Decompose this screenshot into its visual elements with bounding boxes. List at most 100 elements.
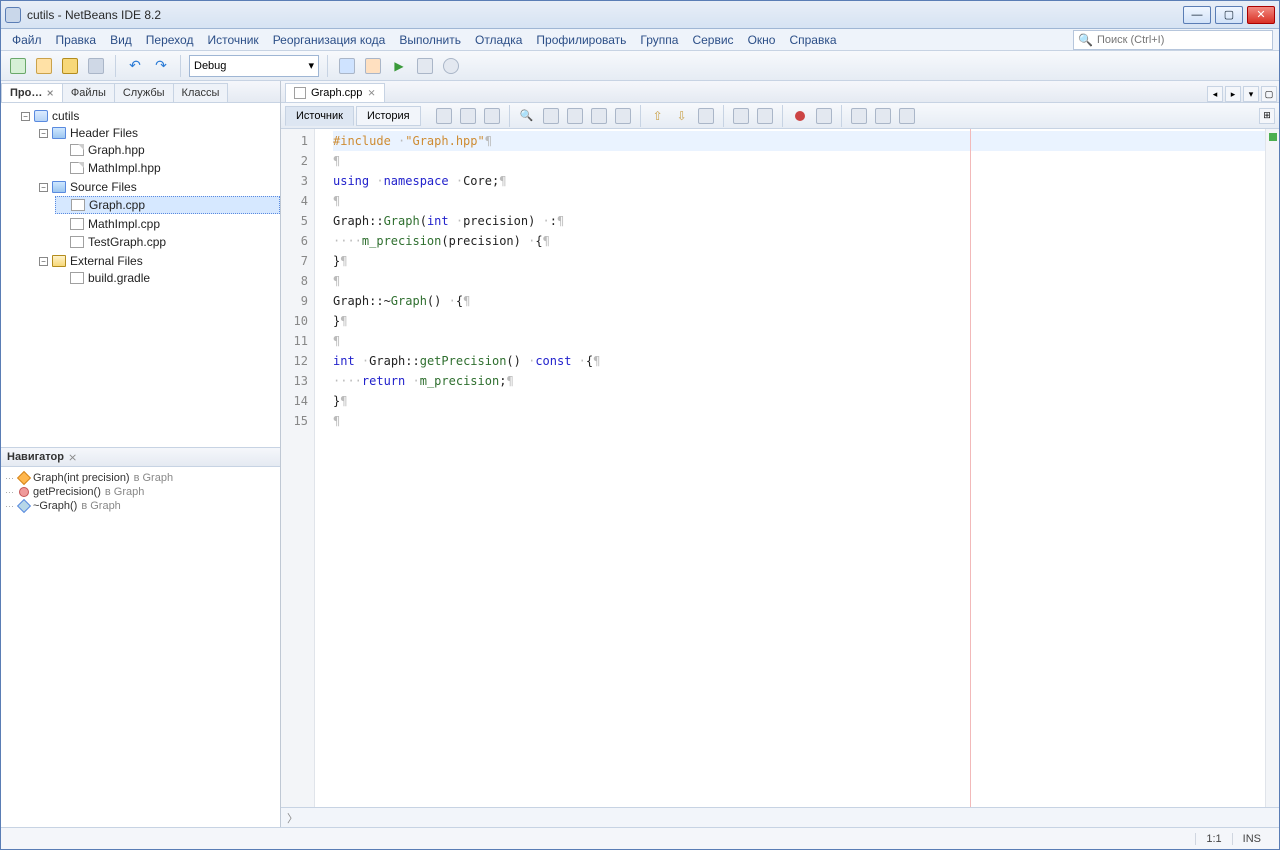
code-line[interactable]: ¶: [333, 411, 1265, 431]
minimize-button[interactable]: —: [1183, 6, 1211, 24]
menu-item[interactable]: Справка: [782, 31, 843, 49]
tree-folder-sources[interactable]: − Source Files: [37, 179, 280, 195]
new-file-button[interactable]: [7, 55, 29, 77]
editor-tool-button[interactable]: [872, 105, 894, 127]
projects-tab[interactable]: Файлы: [62, 83, 115, 102]
toggle-bookmark-button[interactable]: [588, 105, 610, 127]
code-line[interactable]: }¶: [333, 251, 1265, 271]
code-line[interactable]: Graph::~Graph() ·{¶: [333, 291, 1265, 311]
maximize-button[interactable]: ▢: [1215, 6, 1243, 24]
navigator-item[interactable]: ⋯getPrecision() в Graph: [3, 485, 278, 499]
code-area[interactable]: #include ·"Graph.hpp"¶¶using ·namespace …: [315, 129, 1265, 807]
code-line[interactable]: ¶: [333, 331, 1265, 351]
menu-item[interactable]: Профилировать: [529, 31, 633, 49]
tree-file[interactable]: MathImpl.hpp: [55, 160, 280, 176]
collapse-icon[interactable]: −: [39, 129, 48, 138]
code-line[interactable]: Graph::Graph(int ·precision) ·:¶: [333, 211, 1265, 231]
menu-item[interactable]: Правка: [49, 31, 104, 49]
debug-button[interactable]: [414, 55, 436, 77]
search-input[interactable]: [1097, 34, 1268, 46]
project-tree[interactable]: − cutils − Header Files Graph.hpp MathImp…: [1, 103, 280, 447]
config-combo[interactable]: Debug ▾: [189, 55, 319, 77]
dropdown-tabs-button[interactable]: ▾: [1243, 86, 1259, 102]
menu-item[interactable]: Отладка: [468, 31, 529, 49]
clean-build-button[interactable]: [362, 55, 384, 77]
code-line[interactable]: ····m_precision(precision) ·{¶: [333, 231, 1265, 251]
menu-item[interactable]: Выполнить: [392, 31, 468, 49]
breadcrumb-bar[interactable]: 〉: [281, 807, 1279, 827]
tree-file[interactable]: TestGraph.cpp: [55, 234, 280, 250]
editor-tool-button[interactable]: [481, 105, 503, 127]
comment-button[interactable]: [730, 105, 752, 127]
code-line[interactable]: #include ·"Graph.hpp"¶: [333, 131, 1265, 151]
tree-folder-external[interactable]: − External Files: [37, 253, 280, 269]
redo-button[interactable]: ↷: [150, 55, 172, 77]
macro-stop-button[interactable]: [813, 105, 835, 127]
run-button[interactable]: ▶: [388, 55, 410, 77]
editor-tool-button[interactable]: [612, 105, 634, 127]
code-line[interactable]: }¶: [333, 391, 1265, 411]
scroll-right-button[interactable]: ▸: [1225, 86, 1241, 102]
macro-record-button[interactable]: [789, 105, 811, 127]
prev-bookmark-button[interactable]: [540, 105, 562, 127]
close-icon[interactable]: ⨯: [68, 451, 77, 464]
menu-item[interactable]: Группа: [633, 31, 685, 49]
build-button[interactable]: [336, 55, 358, 77]
projects-tab[interactable]: Классы: [173, 83, 229, 102]
tree-project-root[interactable]: − cutils: [19, 108, 280, 124]
error-stripe[interactable]: [1265, 129, 1279, 807]
editor-tool-button[interactable]: [848, 105, 870, 127]
line-gutter[interactable]: 123456789101112131415: [281, 129, 315, 807]
save-all-button[interactable]: [85, 55, 107, 77]
menu-item[interactable]: Окно: [741, 31, 783, 49]
code-line[interactable]: }¶: [333, 311, 1265, 331]
new-project-button[interactable]: [33, 55, 55, 77]
quick-search[interactable]: 🔍: [1073, 30, 1273, 50]
projects-tab[interactable]: Про…⨯: [1, 83, 63, 102]
editor-tool-button[interactable]: [896, 105, 918, 127]
collapse-icon[interactable]: −: [21, 112, 30, 121]
code-line[interactable]: using ·namespace ·Core;¶: [333, 171, 1265, 191]
close-button[interactable]: ✕: [1247, 6, 1275, 24]
shift-left-button[interactable]: ⇧: [647, 105, 669, 127]
profile-button[interactable]: [440, 55, 462, 77]
uncomment-button[interactable]: [754, 105, 776, 127]
code-line[interactable]: ¶: [333, 271, 1265, 291]
navigator-body[interactable]: ⋯Graph(int precision) в Graph⋯getPrecisi…: [1, 467, 280, 827]
navigator-item[interactable]: ⋯Graph(int precision) в Graph: [3, 471, 278, 485]
collapse-icon[interactable]: −: [39, 183, 48, 192]
tree-file[interactable]: Graph.cpp: [55, 196, 280, 214]
code-line[interactable]: ¶: [333, 191, 1265, 211]
scroll-left-button[interactable]: ◂: [1207, 86, 1223, 102]
editor-tool-button[interactable]: [695, 105, 717, 127]
editor-tool-button[interactable]: [457, 105, 479, 127]
menu-item[interactable]: Переход: [139, 31, 201, 49]
editor-tab-graph-cpp[interactable]: Graph.cpp ⨯: [285, 83, 385, 102]
code-line[interactable]: int ·Graph::getPrecision() ·const ·{¶: [333, 351, 1265, 371]
tree-file[interactable]: MathImpl.cpp: [55, 216, 280, 232]
maximize-editor-button[interactable]: ▢: [1261, 86, 1277, 102]
next-bookmark-button[interactable]: [564, 105, 586, 127]
projects-tab[interactable]: Службы: [114, 83, 174, 102]
tree-folder-headers[interactable]: − Header Files: [37, 125, 280, 141]
menu-item[interactable]: Вид: [103, 31, 139, 49]
find-button[interactable]: 🔍: [516, 105, 538, 127]
code-line[interactable]: ····return ·m_precision;¶: [333, 371, 1265, 391]
editor-tool-button[interactable]: [433, 105, 455, 127]
menu-item[interactable]: Реорганизация кода: [266, 31, 393, 49]
menu-item[interactable]: Сервис: [685, 31, 740, 49]
collapse-icon[interactable]: −: [39, 257, 48, 266]
subtab-source[interactable]: Источник: [285, 106, 354, 126]
menu-item[interactable]: Файл: [5, 31, 49, 49]
undo-button[interactable]: ↶: [124, 55, 146, 77]
open-button[interactable]: [59, 55, 81, 77]
shift-right-button[interactable]: ⇩: [671, 105, 693, 127]
subtab-history[interactable]: История: [356, 106, 421, 126]
menu-item[interactable]: Источник: [200, 31, 265, 49]
tree-file[interactable]: Graph.hpp: [55, 142, 280, 158]
split-button[interactable]: ⊞: [1259, 108, 1275, 124]
navigator-item[interactable]: ⋯~Graph() в Graph: [3, 499, 278, 513]
code-line[interactable]: ¶: [333, 151, 1265, 171]
tree-file[interactable]: build.gradle: [55, 270, 280, 286]
close-tab-icon[interactable]: ⨯: [367, 88, 375, 99]
